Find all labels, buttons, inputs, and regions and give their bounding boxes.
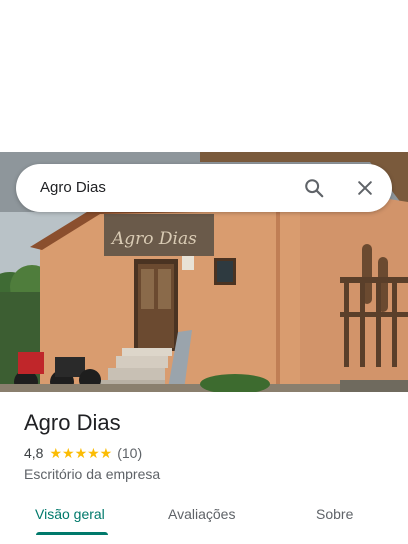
- review-count[interactable]: (10): [117, 445, 142, 461]
- place-name: Agro Dias: [24, 410, 121, 435]
- tab-about[interactable]: Sobre: [316, 506, 353, 536]
- top-blank-area: [0, 0, 408, 152]
- tab-bar: Visão geral Avaliações Sobre: [0, 498, 408, 544]
- rating-value: 4,8: [24, 445, 44, 461]
- tab-reviews[interactable]: Avaliações: [168, 506, 235, 536]
- sign-text: Agro Dias: [110, 229, 197, 249]
- place-info-panel: Agro Dias 4,8 ★★★★★ (10) Escritório da e…: [0, 392, 408, 544]
- active-tab-indicator: [36, 532, 108, 535]
- close-icon[interactable]: [353, 176, 377, 200]
- rating-row[interactable]: 4,8 ★★★★★ (10): [24, 444, 142, 462]
- search-bar[interactable]: Agro Dias: [16, 164, 392, 212]
- star-rating-icon: ★★★★★: [49, 444, 113, 461]
- place-category[interactable]: Escritório da empresa: [24, 466, 160, 482]
- search-input[interactable]: Agro Dias: [40, 179, 106, 196]
- search-icon[interactable]: [302, 176, 326, 200]
